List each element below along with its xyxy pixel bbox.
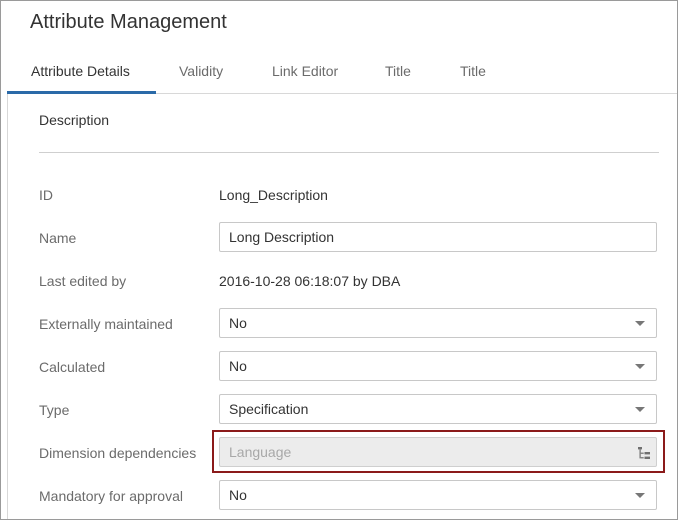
mandatory-for-approval-label: Mandatory for approval [39, 488, 183, 504]
panel-divider [7, 94, 8, 519]
calculated-value: No [229, 358, 247, 374]
externally-maintained-label: Externally maintained [39, 316, 173, 332]
name-field-value: Long Description [229, 229, 335, 245]
last-edited-value: 2016-10-28 06:18:07 by DBA [219, 273, 401, 289]
id-value: Long_Description [219, 187, 328, 203]
externally-maintained-select[interactable]: No [219, 308, 657, 338]
dimension-dependencies-label: Dimension dependencies [39, 445, 197, 461]
type-value: Specification [229, 401, 309, 417]
type-label: Type [39, 402, 70, 418]
app-title: Attribute Management [30, 11, 227, 33]
tab-validity[interactable]: Validity [179, 53, 223, 91]
mandatory-for-approval-value: No [229, 487, 247, 503]
id-label: ID [39, 187, 53, 203]
calculated-label: Calculated [39, 359, 106, 375]
tab-link-editor[interactable]: Link Editor [272, 53, 338, 91]
section-title: Description [39, 112, 110, 128]
calculated-select[interactable]: No [219, 351, 657, 381]
tab-attribute-details[interactable]: Attribute Details [31, 53, 130, 91]
chevron-down-icon [635, 493, 645, 498]
last-edited-label: Last edited by [39, 273, 127, 289]
externally-maintained-value: No [229, 315, 247, 331]
tab-bar: Attribute Details Validity Link Editor T… [7, 53, 677, 94]
attribute-management-window: Attribute Management Attribute Details V… [0, 0, 678, 520]
mandatory-for-approval-select[interactable]: No [219, 480, 657, 510]
name-field[interactable]: Long Description [219, 222, 657, 252]
name-label: Name [39, 230, 77, 246]
type-select[interactable]: Specification [219, 394, 657, 424]
active-tab-indicator [7, 91, 156, 94]
highlight-box [212, 430, 665, 473]
chevron-down-icon [635, 321, 645, 326]
chevron-down-icon [635, 364, 645, 369]
section-divider [39, 152, 659, 153]
chevron-down-icon [635, 407, 645, 412]
tab-title-1[interactable]: Title [385, 53, 411, 91]
tab-title-2[interactable]: Title [460, 53, 486, 91]
